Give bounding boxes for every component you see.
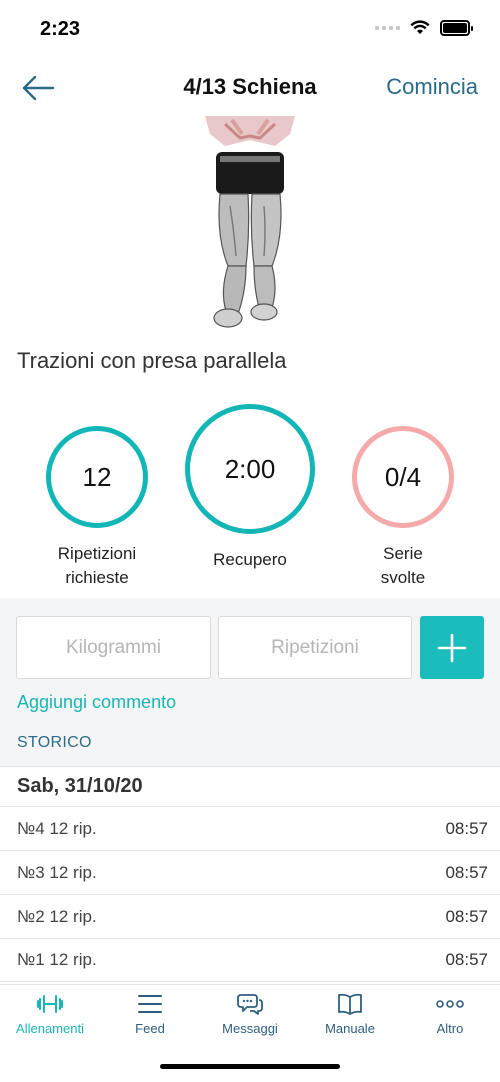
kilograms-input[interactable] xyxy=(16,616,211,679)
wifi-icon xyxy=(410,20,430,34)
exercise-stats: 12 Ripetizioni richieste 2:00 Recupero 0… xyxy=(0,402,500,597)
battery-icon xyxy=(440,20,473,36)
home-indicator xyxy=(160,1064,340,1069)
tab-feed[interactable]: Feed xyxy=(100,985,200,1044)
repetitions-label: Ripetizioni richieste xyxy=(57,544,137,587)
repetitions-circle: 12 xyxy=(46,426,148,528)
exercise-name: Trazioni con presa parallela xyxy=(17,348,287,373)
history-row[interactable]: №3 12 rip. 08:57 xyxy=(0,850,500,894)
row-label: №3 12 rip. xyxy=(17,862,97,882)
tab-label: Allenamenti xyxy=(16,1021,84,1036)
tab-label: Altro xyxy=(436,1021,464,1036)
sets-value: 0/4 xyxy=(384,461,422,492)
exercise-illustration xyxy=(150,116,350,336)
tab-bar: Allenamenti Feed Messaggi Manuale Altro xyxy=(0,984,500,1044)
nav-bar: 4/13 Schiena Comincia xyxy=(0,60,500,116)
chat-bubbles-icon xyxy=(237,994,263,1015)
tab-altro[interactable]: Altro xyxy=(400,985,500,1044)
recovery-value: 2:00 xyxy=(224,453,276,484)
plus-icon xyxy=(437,633,467,662)
stat-repetitions: 12 Ripetizioni richieste xyxy=(36,426,158,590)
recovery-label: Recupero xyxy=(213,550,287,569)
row-label: №1 12 rip. xyxy=(17,950,97,969)
status-icons xyxy=(375,20,473,36)
dumbbell-icon xyxy=(37,995,63,1013)
more-dots-icon xyxy=(436,1000,464,1008)
repetitions-value: 12 xyxy=(82,461,112,492)
book-icon xyxy=(338,993,362,1015)
signal-icon xyxy=(375,26,400,30)
tab-allenamenti[interactable]: Allenamenti xyxy=(0,985,100,1044)
history-list: Sab, 31/10/20 №4 12 rip. 08:57 №3 12 rip… xyxy=(0,766,500,982)
sets-label: Serie svolte xyxy=(380,544,426,587)
status-time: 2:23 xyxy=(40,18,81,40)
repetitions-input[interactable] xyxy=(218,616,412,679)
history-date: Sab, 31/10/20 xyxy=(0,766,500,806)
history-row[interactable]: №1 12 rip. 08:57 xyxy=(0,938,500,982)
history-row[interactable]: №2 12 rip. 08:57 xyxy=(0,894,500,938)
recovery-circle: 2:00 xyxy=(185,404,315,534)
stat-sets: 0/4 Serie svolte xyxy=(342,426,464,590)
back-button[interactable] xyxy=(18,70,58,106)
row-time: 08:57 xyxy=(445,906,488,926)
tab-messaggi[interactable]: Messaggi xyxy=(200,985,300,1044)
row-label: №4 12 rip. xyxy=(17,818,97,838)
status-bar: 2:23 xyxy=(0,0,500,60)
set-input-panel: Aggiungi commento STORICO xyxy=(0,598,500,766)
sets-circle: 0/4 xyxy=(352,426,454,528)
tab-manuale[interactable]: Manuale xyxy=(300,985,400,1044)
back-arrow-icon xyxy=(22,75,55,101)
feed-lines-icon xyxy=(138,995,162,1013)
stat-recovery: 2:00 Recupero xyxy=(180,404,320,572)
history-row[interactable]: №4 12 rip. 08:57 xyxy=(0,806,500,850)
start-button[interactable]: Comincia xyxy=(386,74,478,100)
row-time: 08:57 xyxy=(445,950,488,969)
row-label: №2 12 rip. xyxy=(17,906,97,926)
history-header: STORICO xyxy=(17,734,92,751)
tab-label: Manuale xyxy=(325,1021,375,1036)
add-set-button[interactable] xyxy=(420,616,484,679)
tab-label: Feed xyxy=(135,1021,165,1036)
row-time: 08:57 xyxy=(445,862,488,882)
row-time: 08:57 xyxy=(445,818,488,838)
add-comment-link[interactable]: Aggiungi commento xyxy=(17,692,176,713)
tab-label: Messaggi xyxy=(222,1021,278,1036)
